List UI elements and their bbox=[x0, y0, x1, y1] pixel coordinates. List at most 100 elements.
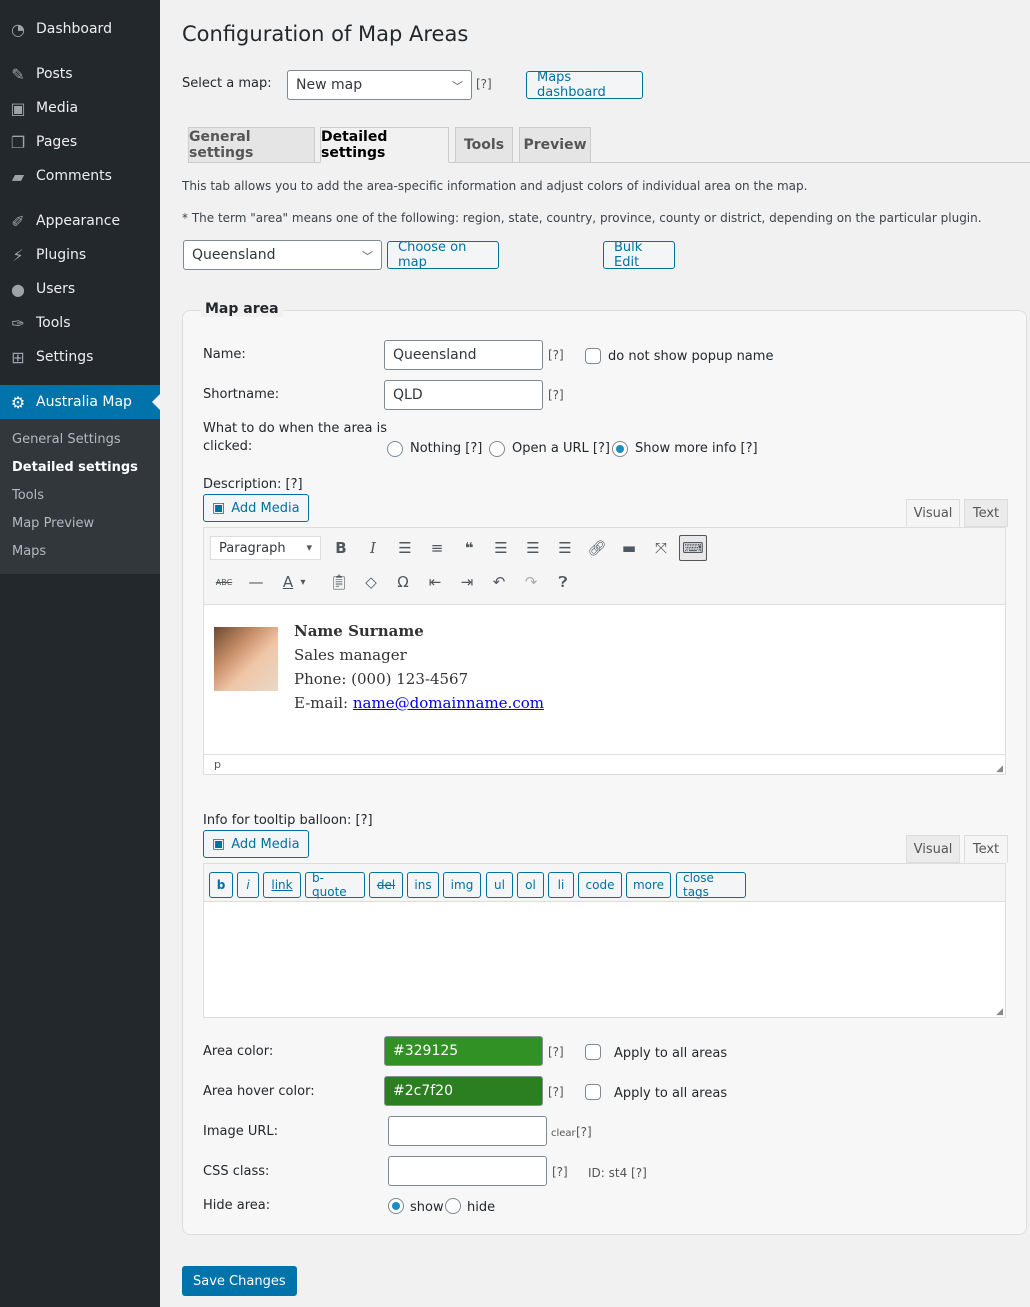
fullscreen-icon[interactable]: ⤧ bbox=[647, 535, 675, 561]
tooltip-visual-tab[interactable]: Visual bbox=[906, 835, 960, 863]
resize-handle-icon[interactable]: ◢ bbox=[996, 1007, 1003, 1017]
description-visual-tab[interactable]: Visual bbox=[906, 499, 960, 527]
format-select[interactable]: Paragraph ▾ bbox=[210, 536, 321, 560]
show-area-radio[interactable] bbox=[388, 1198, 404, 1214]
submenu-map-preview[interactable]: Map Preview bbox=[0, 510, 160, 538]
text-color-dropdown-icon[interactable]: ▾ bbox=[296, 569, 310, 595]
no-popup-checkbox[interactable] bbox=[585, 348, 601, 364]
outdent-icon[interactable]: ⇤ bbox=[421, 569, 449, 595]
paste-text-icon[interactable]: 📋︎ bbox=[325, 569, 353, 595]
quicktag-del[interactable]: del bbox=[369, 872, 403, 898]
align-left-icon[interactable]: ☰ bbox=[487, 535, 515, 561]
resize-handle-icon[interactable]: ◢ bbox=[996, 764, 1003, 774]
sidebar-item-appearance[interactable]: ✐ Appearance bbox=[0, 204, 160, 238]
submenu-general-settings[interactable]: General Settings bbox=[0, 426, 160, 454]
bold-icon[interactable]: B bbox=[327, 535, 355, 561]
submenu-tools[interactable]: Tools bbox=[0, 482, 160, 510]
description-text-tab[interactable]: Text bbox=[964, 499, 1008, 527]
sidebar-item-pages[interactable]: ❐ Pages bbox=[0, 125, 160, 159]
submenu-maps[interactable]: Maps bbox=[0, 538, 160, 566]
quicktag-i[interactable]: i bbox=[237, 872, 259, 898]
numbered-list-icon[interactable]: ≡ bbox=[423, 535, 451, 561]
sidebar-item-settings[interactable]: ⊞ Settings bbox=[0, 340, 160, 374]
quicktag-ol[interactable]: ol bbox=[517, 872, 544, 898]
quicktag-code[interactable]: code bbox=[578, 872, 622, 898]
tooltip-textarea[interactable] bbox=[204, 901, 1005, 1017]
save-changes-button[interactable]: Save Changes bbox=[182, 1266, 297, 1296]
apply-hover-all-checkbox[interactable] bbox=[585, 1084, 601, 1100]
contact-email-link[interactable]: name@domainname.com bbox=[353, 694, 544, 712]
clear-formatting-icon[interactable]: ◇ bbox=[357, 569, 385, 595]
strikethrough-icon[interactable]: ABC bbox=[210, 569, 238, 595]
description-label: Description: [?] bbox=[203, 477, 303, 492]
image-url-input[interactable] bbox=[388, 1116, 547, 1146]
help-icon[interactable]: ❓︎ bbox=[549, 569, 577, 595]
undo-icon[interactable]: ↶ bbox=[485, 569, 513, 595]
indent-icon[interactable]: ⇥ bbox=[453, 569, 481, 595]
click-url-radio[interactable] bbox=[489, 441, 505, 457]
add-media-button[interactable]: ▣ Add Media bbox=[203, 494, 309, 522]
area-color-input[interactable]: #329125 bbox=[384, 1036, 543, 1066]
element-path[interactable]: p bbox=[214, 758, 221, 771]
add-media-button-tooltip[interactable]: ▣ Add Media bbox=[203, 830, 309, 858]
clear-image-link[interactable]: clear bbox=[551, 1128, 576, 1139]
submenu-detailed-settings[interactable]: Detailed settings bbox=[0, 454, 160, 482]
help-link[interactable]: [?] bbox=[548, 348, 564, 362]
tab-tools[interactable]: Tools bbox=[455, 127, 513, 163]
sidebar-item-tools[interactable]: ✑ Tools bbox=[0, 306, 160, 340]
hide-area-option-label: hide bbox=[467, 1200, 496, 1215]
help-link[interactable]: [?] bbox=[476, 77, 492, 91]
redo-icon[interactable]: ↷ bbox=[517, 569, 545, 595]
help-link[interactable]: [?] bbox=[548, 1085, 564, 1099]
link-icon[interactable]: 🔗︎ bbox=[583, 535, 611, 561]
quicktag-li[interactable]: li bbox=[548, 872, 574, 898]
quicktag-img[interactable]: img bbox=[443, 872, 481, 898]
blockquote-icon[interactable]: ❝ bbox=[455, 535, 483, 561]
quicktag-ul[interactable]: ul bbox=[486, 872, 513, 898]
help-link[interactable]: [?] bbox=[576, 1125, 592, 1139]
click-more-info-radio[interactable] bbox=[612, 441, 628, 457]
horizontal-line-icon[interactable]: — bbox=[242, 569, 270, 595]
css-class-input[interactable] bbox=[388, 1156, 547, 1186]
italic-icon[interactable]: I bbox=[359, 535, 387, 561]
click-nothing-radio[interactable] bbox=[387, 441, 403, 457]
shortname-input[interactable]: QLD bbox=[384, 380, 543, 410]
sidebar-item-dashboard[interactable]: ◔ Dashboard bbox=[0, 12, 160, 46]
special-character-icon[interactable]: Ω bbox=[389, 569, 417, 595]
name-input[interactable]: Queensland bbox=[384, 340, 543, 370]
sidebar-item-media[interactable]: ▣ Media bbox=[0, 91, 160, 125]
quicktag-more[interactable]: more bbox=[626, 872, 671, 898]
help-link[interactable]: [?] bbox=[548, 1045, 564, 1059]
help-link[interactable]: [?] bbox=[548, 388, 564, 402]
quicktag-ins[interactable]: ins bbox=[407, 872, 439, 898]
apply-color-all-checkbox[interactable] bbox=[585, 1044, 601, 1060]
map-select[interactable]: New map ﹀ bbox=[287, 70, 472, 100]
tooltip-text-tab[interactable]: Text bbox=[964, 835, 1008, 863]
description-content[interactable]: Name Surname Sales manager Phone: (000) … bbox=[204, 604, 1005, 754]
bullet-list-icon[interactable]: ☰ bbox=[391, 535, 419, 561]
sidebar-item-posts[interactable]: ✎ Posts bbox=[0, 57, 160, 91]
align-center-icon[interactable]: ☰ bbox=[519, 535, 547, 561]
area-hover-color-input[interactable]: #2c7f20 bbox=[384, 1076, 543, 1106]
quicktag-b-quote[interactable]: b-quote bbox=[305, 871, 365, 899]
maps-dashboard-button[interactable]: Maps dashboard bbox=[526, 70, 643, 100]
hide-area-radio[interactable] bbox=[445, 1198, 461, 1214]
choose-on-map-button[interactable]: Choose on map bbox=[387, 240, 499, 270]
area-select[interactable]: Queensland ﹀ bbox=[183, 240, 382, 270]
sidebar-item-users[interactable]: ● Users bbox=[0, 272, 160, 306]
help-link[interactable]: [?] bbox=[552, 1165, 568, 1179]
quicktag-close-tags[interactable]: close tags bbox=[676, 871, 746, 899]
quicktag-link[interactable]: link bbox=[263, 872, 301, 898]
sidebar-item-comments[interactable]: ▰ Comments bbox=[0, 159, 160, 193]
quicktag-b[interactable]: b bbox=[209, 872, 233, 898]
sidebar-item-plugins[interactable]: ⚡ Plugins bbox=[0, 238, 160, 272]
editor-status-bar: p ◢ bbox=[204, 754, 1005, 774]
sidebar-item-australia-map[interactable]: ⚙ Australia Map bbox=[0, 385, 160, 419]
align-right-icon[interactable]: ☰ bbox=[551, 535, 579, 561]
bulk-edit-button[interactable]: Bulk Edit bbox=[603, 240, 675, 270]
toolbar-toggle-icon[interactable]: ⌨ bbox=[679, 535, 707, 561]
read-more-icon[interactable]: ▬ bbox=[615, 535, 643, 561]
tab-detailed-settings[interactable]: Detailed settings bbox=[320, 127, 449, 163]
tab-general-settings[interactable]: General settings bbox=[188, 127, 315, 163]
tab-preview[interactable]: Preview bbox=[519, 127, 591, 163]
